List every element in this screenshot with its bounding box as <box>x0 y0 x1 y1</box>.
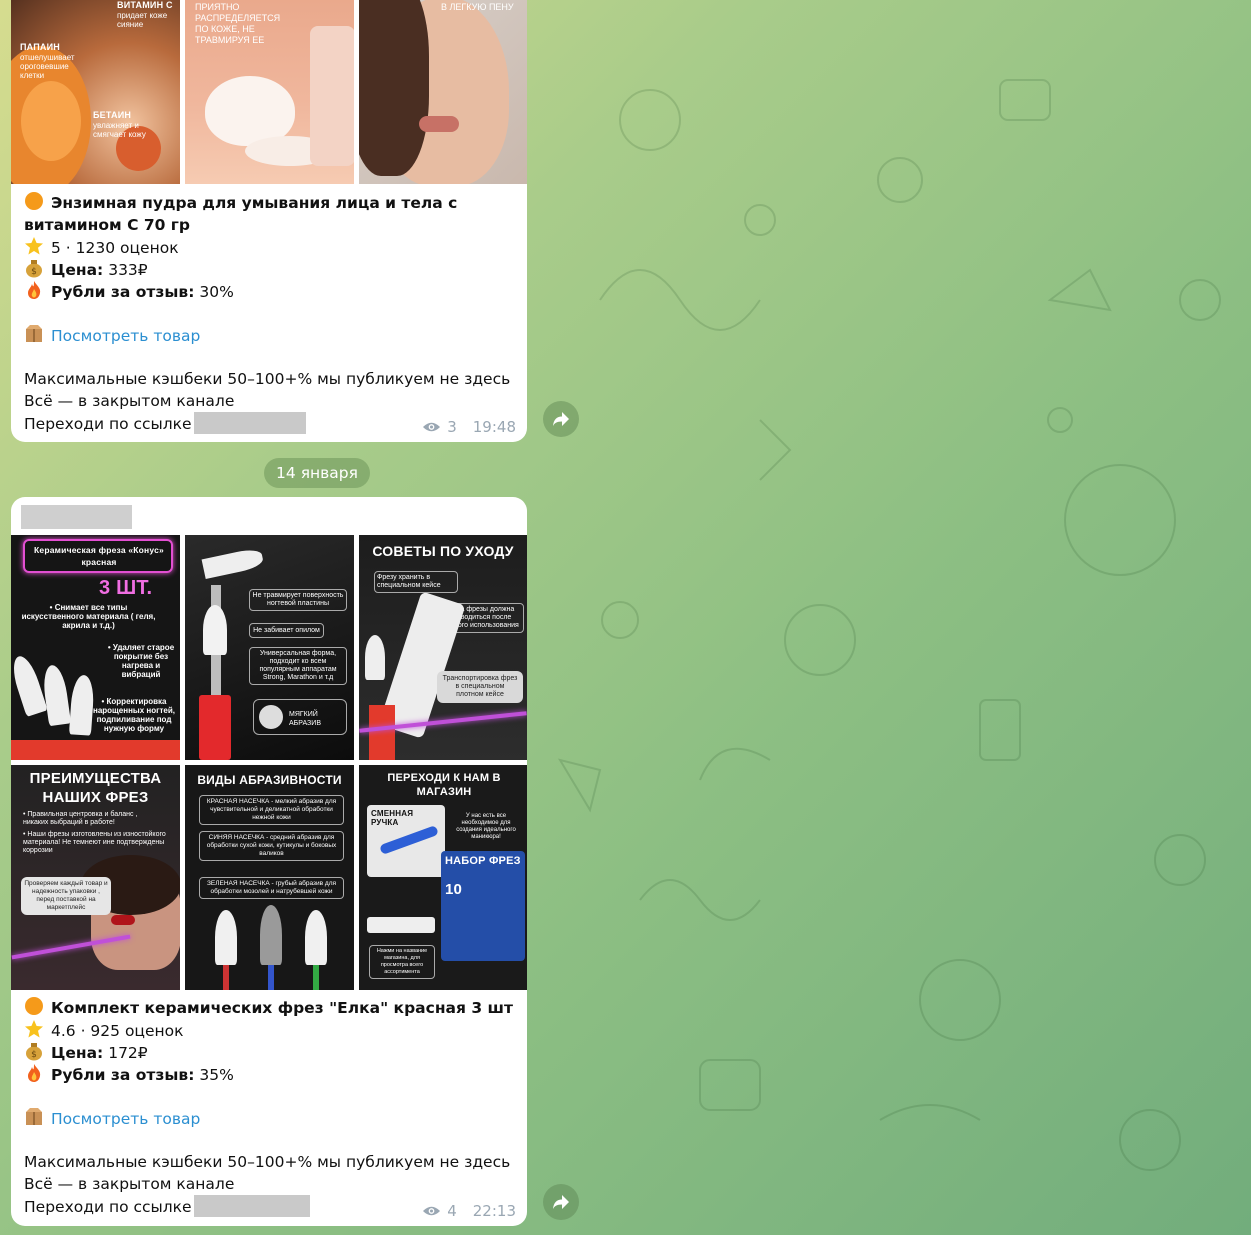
tile-label: 10 <box>445 881 463 898</box>
tile-text: Фрезу хранить в специальном кейсе <box>374 571 458 593</box>
money-bag-icon: $ <box>24 258 46 278</box>
rating: 5 · 1230 оценок <box>51 239 179 257</box>
svg-text:$: $ <box>31 1050 37 1060</box>
message-bubble: ВИТАМИН С придает коже сияние ПАПАИН отш… <box>11 0 527 442</box>
view-count: 3 <box>447 418 457 436</box>
tile-text: Не забивает опилом <box>249 623 324 638</box>
message-time: 22:13 <box>472 1202 516 1220</box>
tile-text: Не травмирует поверхность ногтевой пласт… <box>249 589 347 611</box>
photo-album[interactable]: Керамическая фреза «Конус» красная 3 ШТ.… <box>11 535 527 990</box>
footer-line: Переходи по ссылке <box>24 1198 192 1216</box>
fire-icon <box>24 1063 46 1083</box>
message-meta: 3 19:48 <box>422 418 516 436</box>
svg-text:$: $ <box>31 267 37 277</box>
rating: 4.6 · 925 оценок <box>51 1022 184 1040</box>
view-product-link[interactable]: Посмотреть товар <box>51 327 200 345</box>
tile-text: • Наши фрезы изготовлены из изностойкого… <box>23 831 166 854</box>
fire-icon <box>24 280 46 300</box>
forward-button[interactable] <box>543 401 579 437</box>
tile-text: • Корректировка нарощенных ногтей, подпи… <box>93 697 175 733</box>
tile-label: ПРЕИМУЩЕСТВА НАШИХ ФРЕЗ <box>29 770 162 806</box>
tile-text: ЗЕЛЕНАЯ НАСЕЧКА - грубый абразив для обр… <box>199 877 344 899</box>
tile-text: У нас есть все необходимое для создания … <box>456 813 516 840</box>
tile-text: Нажми на название магазина, для просмотр… <box>369 945 435 979</box>
hidden-sender-name <box>21 505 132 529</box>
package-icon <box>24 1107 46 1127</box>
price-label: Цена: <box>51 1044 104 1062</box>
product-photo-abrasiveness[interactable]: ВИДЫ АБРАЗИВНОСТИ КРАСНАЯ НАСЕЧКА - мелк… <box>185 765 354 990</box>
message-bubble: Керамическая фреза «Конус» красная 3 ШТ.… <box>11 497 527 1226</box>
tile-label: ПЕРЕХОДИ К НАМ В МАГАЗИН <box>387 772 501 798</box>
tile-text: В ЛЕГКУЮ ПЕНУ <box>441 2 514 12</box>
tile-text: Проверяем каждый товар и надежность упак… <box>21 877 111 915</box>
view-product-link[interactable]: Посмотреть товар <box>51 1110 200 1128</box>
tile-text: Транспортировка фрез в специальном плотн… <box>437 671 523 703</box>
eye-icon <box>423 1206 441 1216</box>
tile-text: придает коже сияние <box>117 11 168 29</box>
footer-line: Всё — в закрытом канале <box>24 1175 235 1193</box>
reward-label: Рубли за отзыв: <box>51 1066 195 1084</box>
date-separator: 14 января <box>264 458 370 488</box>
tile-text: • Удаляет старое покрытие без нагрева и … <box>107 643 175 679</box>
tile-text: увлажняет и смягчает кожу <box>93 121 146 139</box>
product-photo-bit-closeup[interactable]: Не травмирует поверхность ногтевой пласт… <box>185 535 354 760</box>
tile-text: КРАСНАЯ НАСЕЧКА - мелкий абразив для чув… <box>199 795 344 825</box>
tile-label: СМЕННАЯ РУЧКА <box>371 809 414 827</box>
product-photo-cone-bits[interactable]: Керамическая фреза «Конус» красная 3 ШТ.… <box>11 535 180 760</box>
tile-label: ВИТАМИН С <box>117 0 173 10</box>
tile-text: • Снимает все типы искусственного матери… <box>21 603 156 630</box>
reward-label: Рубли за отзыв: <box>51 283 195 301</box>
reward-value: 35% <box>199 1066 234 1084</box>
eye-icon <box>423 422 441 432</box>
tile-label: ПАПАИН <box>20 42 60 52</box>
product-title: Энзимная пудра для умывания лица и тела … <box>24 194 458 234</box>
package-icon <box>24 324 46 344</box>
forward-button[interactable] <box>543 1184 579 1220</box>
view-count: 4 <box>447 1202 457 1220</box>
message-meta: 4 22:13 <box>422 1202 516 1220</box>
tile-label: 3 ШТ. <box>99 577 153 599</box>
price-value: 333₽ <box>108 261 148 279</box>
product-photo-shop[interactable]: ПЕРЕХОДИ К НАМ В МАГАЗИН СМЕННАЯ РУЧКА У… <box>359 765 527 990</box>
orange-circle-icon <box>24 191 46 211</box>
tile-label: СОВЕТЫ ПО УХОДУ <box>372 543 514 559</box>
tile-text: МЯГКИЙ АБРАЗИВ <box>289 711 321 727</box>
footer-line: Всё — в закрытом канале <box>24 392 235 410</box>
tile-text: Универсальная форма, подходит ко всем по… <box>249 647 347 685</box>
forward-arrow-icon <box>553 1195 569 1209</box>
message-time: 19:48 <box>472 418 516 436</box>
tile-text: отшелушивает ороговевшие клетки <box>20 53 75 80</box>
message-text: Комплект керамических фрез "Елка" красна… <box>24 996 514 1217</box>
product-photo-advantages[interactable]: ПРЕИМУЩЕСТВА НАШИХ ФРЕЗ • Правильная цен… <box>11 765 180 990</box>
tile-label: ВИДЫ АБРАЗИВНОСТИ <box>197 773 342 787</box>
star-icon <box>24 236 46 256</box>
message-text: Энзимная пудра для умывания лица и тела … <box>24 191 514 434</box>
tile-label: Керамическая фреза «Конус» красная <box>34 545 164 567</box>
reward-value: 30% <box>199 283 234 301</box>
forward-arrow-icon <box>553 412 569 426</box>
product-photo-powder[interactable]: ПРИЯТНО РАСПРЕДЕЛЯЕТСЯ ПО КОЖЕ, НЕ ТРАВМ… <box>185 0 354 184</box>
tile-label: НАБОР ФРЕЗ <box>445 855 521 867</box>
tile-text: ПРИЯТНО РАСПРЕДЕЛЯЕТСЯ ПО КОЖЕ, НЕ ТРАВМ… <box>195 2 281 45</box>
orange-circle-icon <box>24 996 46 1016</box>
price-label: Цена: <box>51 261 104 279</box>
tile-label: БЕТАИН <box>93 110 132 120</box>
product-title: Комплект керамических фрез "Елка" красна… <box>51 999 513 1017</box>
photo-album[interactable]: ВИТАМИН С придает коже сияние ПАПАИН отш… <box>11 0 527 184</box>
tile-text: • Правильная центровка и баланс , никаки… <box>23 811 138 826</box>
star-icon <box>24 1019 46 1039</box>
product-photo-papaya[interactable]: ВИТАМИН С придает коже сияние ПАПАИН отш… <box>11 0 180 184</box>
tile-text: СИНЯЯ НАСЕЧКА - средний абразив для обра… <box>199 831 344 861</box>
product-photo-care-tips[interactable]: СОВЕТЫ ПО УХОДУ Фрезу хранить в специаль… <box>359 535 527 760</box>
product-photo-woman[interactable]: В ЛЕГКУЮ ПЕНУ <box>359 0 527 184</box>
price-value: 172₽ <box>108 1044 148 1062</box>
hidden-link[interactable] <box>193 412 306 434</box>
footer-line: Максимальные кэшбеки 50–100+% мы публику… <box>24 370 511 388</box>
money-bag-icon: $ <box>24 1041 46 1061</box>
hidden-link[interactable] <box>193 1195 310 1217</box>
footer-line: Максимальные кэшбеки 50–100+% мы публику… <box>24 1153 511 1171</box>
footer-line: Переходи по ссылке <box>24 415 192 433</box>
